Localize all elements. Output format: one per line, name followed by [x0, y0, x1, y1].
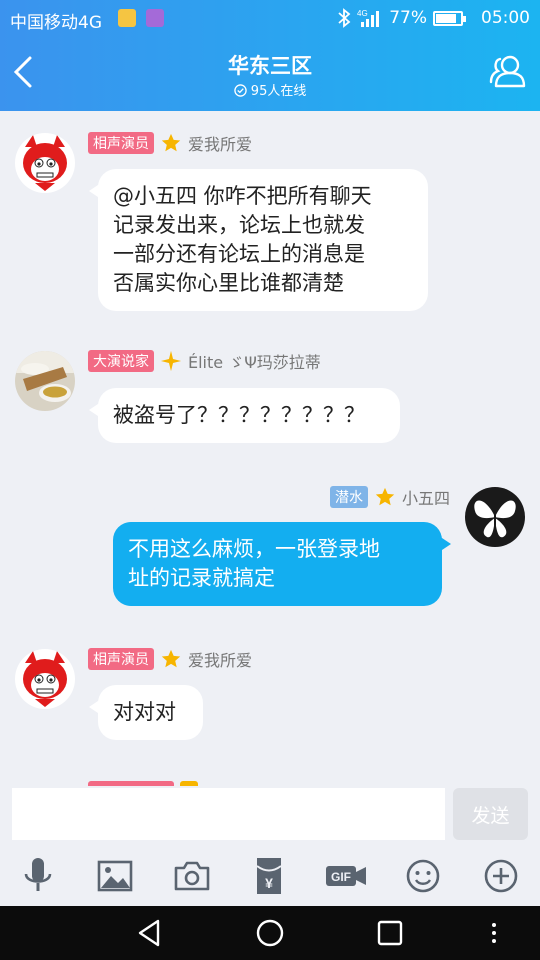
- bluetooth-icon: [338, 8, 351, 28]
- message-line: 否属实你心里比谁都清楚: [113, 271, 344, 295]
- network-label: 4G: [357, 9, 368, 18]
- avatar-tea[interactable]: [15, 351, 75, 411]
- home-circle-icon[interactable]: [254, 917, 286, 949]
- group-members-icon[interactable]: [488, 52, 528, 92]
- signal-icon: 4G: [357, 9, 380, 27]
- star-icon: [161, 133, 181, 152]
- message-input[interactable]: [12, 788, 445, 840]
- red-packet-icon[interactable]: ¥: [247, 854, 291, 898]
- message-meta: 相声演员 爱我所爱: [88, 131, 252, 155]
- send-button[interactable]: 发送: [453, 788, 528, 840]
- sender-name[interactable]: 小五四: [402, 485, 450, 509]
- status-bar: 中国移动4G 4G 77% 05:00: [0, 0, 540, 36]
- camera-icon[interactable]: [170, 854, 214, 898]
- message-line: 一部分还有论坛上的消息是: [113, 242, 365, 266]
- message-item-self: 潜水 小五四 不用这么麻烦，一张登录地 址的记录就搞定: [0, 471, 540, 611]
- fox-avatar-image: [15, 133, 75, 193]
- image-notification-icon: [146, 9, 164, 27]
- battery-percent: 77%: [389, 8, 427, 28]
- message-meta: 大演说家 Élite ゞΨ玛莎拉蒂: [88, 349, 321, 373]
- message-line: 记录发出来，论坛上也就发: [113, 213, 365, 237]
- svg-text:GIF: GIF: [331, 870, 351, 884]
- more-dots-icon[interactable]: [478, 917, 510, 949]
- online-count-label: 95人在线: [250, 84, 307, 99]
- member-title-badge: 相声演员: [88, 132, 154, 154]
- message-line: @小五四 你咋不把所有聊天: [113, 184, 372, 208]
- sender-name[interactable]: 爱我所爱: [188, 131, 252, 155]
- gif-icon[interactable]: GIF: [324, 854, 368, 898]
- message-line: 对对对: [113, 700, 176, 724]
- message-item: 大演说家 Élite ゞΨ玛莎拉蒂 被盗号了？？？？？？？？: [0, 333, 540, 463]
- tea-avatar-image: [15, 351, 75, 411]
- group-title[interactable]: 华东三区: [0, 50, 540, 80]
- star-icon: [375, 487, 395, 506]
- system-nav-bar: [0, 906, 540, 960]
- plus-icon[interactable]: [479, 854, 523, 898]
- composer: 发送: [0, 786, 540, 844]
- star-icon: [161, 649, 181, 668]
- message-line: 址的记录就搞定: [128, 566, 275, 590]
- check-circle-icon: [233, 84, 247, 97]
- message-item: 相声演员 爱我所爱 对对对: [0, 631, 540, 761]
- member-title-badge: 潜水: [329, 486, 368, 508]
- svg-text:¥: ¥: [265, 875, 273, 891]
- online-count: 95人在线: [0, 80, 540, 99]
- carrier-label: 中国移动4G: [10, 13, 102, 33]
- member-title-badge: 大演说家: [88, 350, 154, 372]
- input-toolbar: ¥ GIF: [0, 844, 540, 906]
- sender-name[interactable]: Élite ゞΨ玛莎拉蒂: [188, 349, 321, 373]
- member-title-badge: 相声演员: [88, 648, 154, 670]
- message-bubble-self[interactable]: 不用这么麻烦，一张登录地 址的记录就搞定: [113, 522, 451, 606]
- avatar-butterfly[interactable]: [465, 487, 525, 547]
- image-icon[interactable]: [93, 854, 137, 898]
- message-bubble[interactable]: @小五四 你咋不把所有聊天 记录发出来，论坛上也就发 一部分还有论坛上的消息是 …: [89, 169, 428, 311]
- message-line: 被盗号了？？？？？？？？: [113, 403, 365, 427]
- avatar-ali-fox[interactable]: [15, 649, 75, 709]
- top-bar: 中国移动4G 4G 77% 05:00 华东三区 95人在线: [0, 0, 540, 111]
- butterfly-avatar-image: [465, 487, 525, 547]
- sender-name[interactable]: 爱我所爱: [188, 647, 252, 671]
- emoji-icon[interactable]: [401, 854, 445, 898]
- back-triangle-icon[interactable]: [134, 917, 166, 949]
- message-item: 相声演员 爱我所爱 @小五四 你咋不把所有聊天 记录发出来，论坛上也就发 一部分…: [0, 111, 540, 331]
- battery-fill: [436, 13, 456, 23]
- microphone-icon[interactable]: [16, 854, 60, 898]
- lock-notification-icon: [118, 9, 136, 27]
- message-meta: 相声演员 爱我所爱: [88, 647, 252, 671]
- message-bubble[interactable]: 被盗号了？？？？？？？？: [89, 388, 400, 443]
- chat-area[interactable]: 相声演员 爱我所爱 @小五四 你咋不把所有聊天 记录发出来，论坛上也就发 一部分…: [0, 111, 540, 786]
- battery-icon: [433, 10, 466, 26]
- recents-square-icon[interactable]: [374, 917, 406, 949]
- avatar-ali-fox[interactable]: [15, 133, 75, 193]
- message-meta: 潜水 小五四: [329, 485, 450, 509]
- sparkle-icon: [160, 350, 182, 372]
- message-line: 不用这么麻烦，一张登录地: [128, 537, 380, 561]
- message-bubble[interactable]: 对对对: [89, 685, 203, 740]
- clock: 05:00: [481, 8, 530, 28]
- fox-avatar-image: [15, 649, 75, 709]
